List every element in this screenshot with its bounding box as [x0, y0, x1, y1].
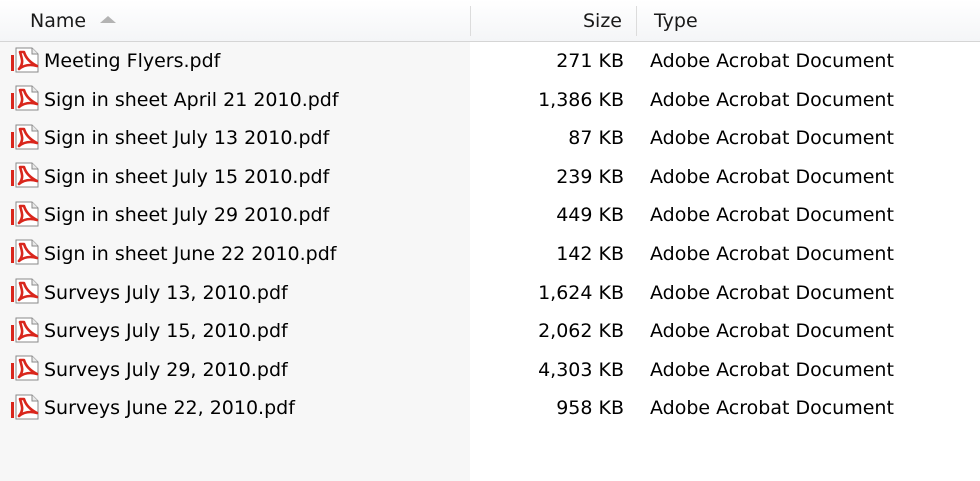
- column-header-name[interactable]: Name: [0, 0, 470, 42]
- file-size: 958 KB: [556, 397, 624, 420]
- file-size: 1,624 KB: [538, 281, 624, 304]
- file-name: Sign in sheet July 15 2010.pdf: [44, 165, 330, 188]
- file-row[interactable]: Sign in sheet June 22 2010.pdf 142 KB Ad…: [0, 235, 980, 274]
- file-type: Adobe Acrobat Document: [650, 320, 894, 343]
- column-header-bar: Name Size Type: [0, 0, 980, 42]
- pdf-file-icon: [10, 47, 44, 73]
- file-type: Adobe Acrobat Document: [650, 165, 894, 188]
- pdf-file-icon: [10, 85, 44, 111]
- file-name-cell[interactable]: Sign in sheet July 15 2010.pdf: [10, 158, 470, 197]
- file-name: Surveys July 15, 2010.pdf: [44, 320, 288, 343]
- pdf-file-icon: [10, 394, 44, 420]
- pdf-file-icon: [10, 124, 44, 150]
- file-size: 4,303 KB: [538, 358, 624, 381]
- pdf-file-icon: [10, 162, 44, 188]
- column-header-type[interactable]: Type: [636, 0, 980, 42]
- file-name-cell[interactable]: Sign in sheet July 29 2010.pdf: [10, 196, 470, 235]
- file-name: Sign in sheet June 22 2010.pdf: [44, 243, 337, 266]
- file-name: Meeting Flyers.pdf: [44, 50, 221, 73]
- pdf-file-icon: [10, 201, 44, 227]
- file-name-cell[interactable]: Meeting Flyers.pdf: [10, 42, 470, 81]
- file-size: 142 KB: [556, 242, 624, 265]
- file-row[interactable]: Sign in sheet July 29 2010.pdf 449 KB Ad…: [0, 196, 980, 235]
- file-name: Surveys July 29, 2010.pdf: [44, 358, 288, 381]
- column-header-type-label: Type: [654, 10, 698, 32]
- file-size: 271 KB: [556, 50, 624, 72]
- pdf-file-icon: [10, 355, 44, 381]
- file-row[interactable]: Meeting Flyers.pdf 271 KB Adobe Acrobat …: [0, 42, 980, 81]
- file-name-cell[interactable]: Sign in sheet June 22 2010.pdf: [10, 235, 470, 274]
- file-row[interactable]: Surveys June 22, 2010.pdf 958 KB Adobe A…: [0, 389, 980, 428]
- pdf-file-icon: [10, 278, 44, 304]
- file-size: 87 KB: [568, 127, 624, 150]
- file-size: 449 KB: [556, 204, 624, 227]
- file-row[interactable]: Sign in sheet July 13 2010.pdf 87 KB Ado…: [0, 119, 980, 158]
- file-name: Sign in sheet July 29 2010.pdf: [44, 204, 330, 227]
- file-name: Surveys June 22, 2010.pdf: [44, 397, 295, 420]
- file-type: Adobe Acrobat Document: [650, 397, 894, 420]
- file-name-cell[interactable]: Surveys June 22, 2010.pdf: [10, 389, 470, 428]
- pdf-file-icon: [10, 317, 44, 343]
- column-header-size[interactable]: Size: [470, 0, 636, 42]
- sort-ascending-icon: [100, 16, 117, 23]
- column-header-name-label: Name: [30, 10, 87, 32]
- file-size: 2,062 KB: [538, 320, 624, 343]
- file-name-cell[interactable]: Sign in sheet July 13 2010.pdf: [10, 119, 470, 158]
- file-type: Adobe Acrobat Document: [650, 88, 894, 111]
- file-name-cell[interactable]: Surveys July 15, 2010.pdf: [10, 312, 470, 351]
- file-row[interactable]: Surveys July 15, 2010.pdf 2,062 KB Adobe…: [0, 312, 980, 351]
- file-name-cell[interactable]: Surveys July 13, 2010.pdf: [10, 274, 470, 313]
- file-row[interactable]: Surveys July 29, 2010.pdf 4,303 KB Adobe…: [0, 351, 980, 390]
- file-name: Sign in sheet April 21 2010.pdf: [44, 88, 339, 111]
- file-name: Surveys July 13, 2010.pdf: [44, 281, 288, 304]
- file-type: Adobe Acrobat Document: [650, 204, 894, 227]
- file-size: 1,386 KB: [538, 88, 624, 111]
- file-name-cell[interactable]: Surveys July 29, 2010.pdf: [10, 351, 470, 390]
- column-header-size-label: Size: [582, 10, 622, 32]
- file-row[interactable]: Sign in sheet April 21 2010.pdf 1,386 KB…: [0, 81, 980, 120]
- file-type: Adobe Acrobat Document: [650, 281, 894, 304]
- file-type: Adobe Acrobat Document: [650, 127, 894, 150]
- file-rows: Meeting Flyers.pdf 271 KB Adobe Acrobat …: [0, 42, 980, 428]
- file-row[interactable]: Surveys July 13, 2010.pdf 1,624 KB Adobe…: [0, 274, 980, 313]
- pdf-file-icon: [10, 239, 44, 265]
- file-name: Sign in sheet July 13 2010.pdf: [44, 127, 330, 150]
- file-name-cell[interactable]: Sign in sheet April 21 2010.pdf: [10, 81, 470, 120]
- file-size: 239 KB: [556, 165, 624, 188]
- file-type: Adobe Acrobat Document: [650, 242, 894, 265]
- file-list-view: Name Size Type Meeting Flyers.pdf 271 KB…: [0, 0, 980, 481]
- file-row[interactable]: Sign in sheet July 15 2010.pdf 239 KB Ad…: [0, 158, 980, 197]
- file-type: Adobe Acrobat Document: [650, 50, 894, 72]
- file-type: Adobe Acrobat Document: [650, 358, 894, 381]
